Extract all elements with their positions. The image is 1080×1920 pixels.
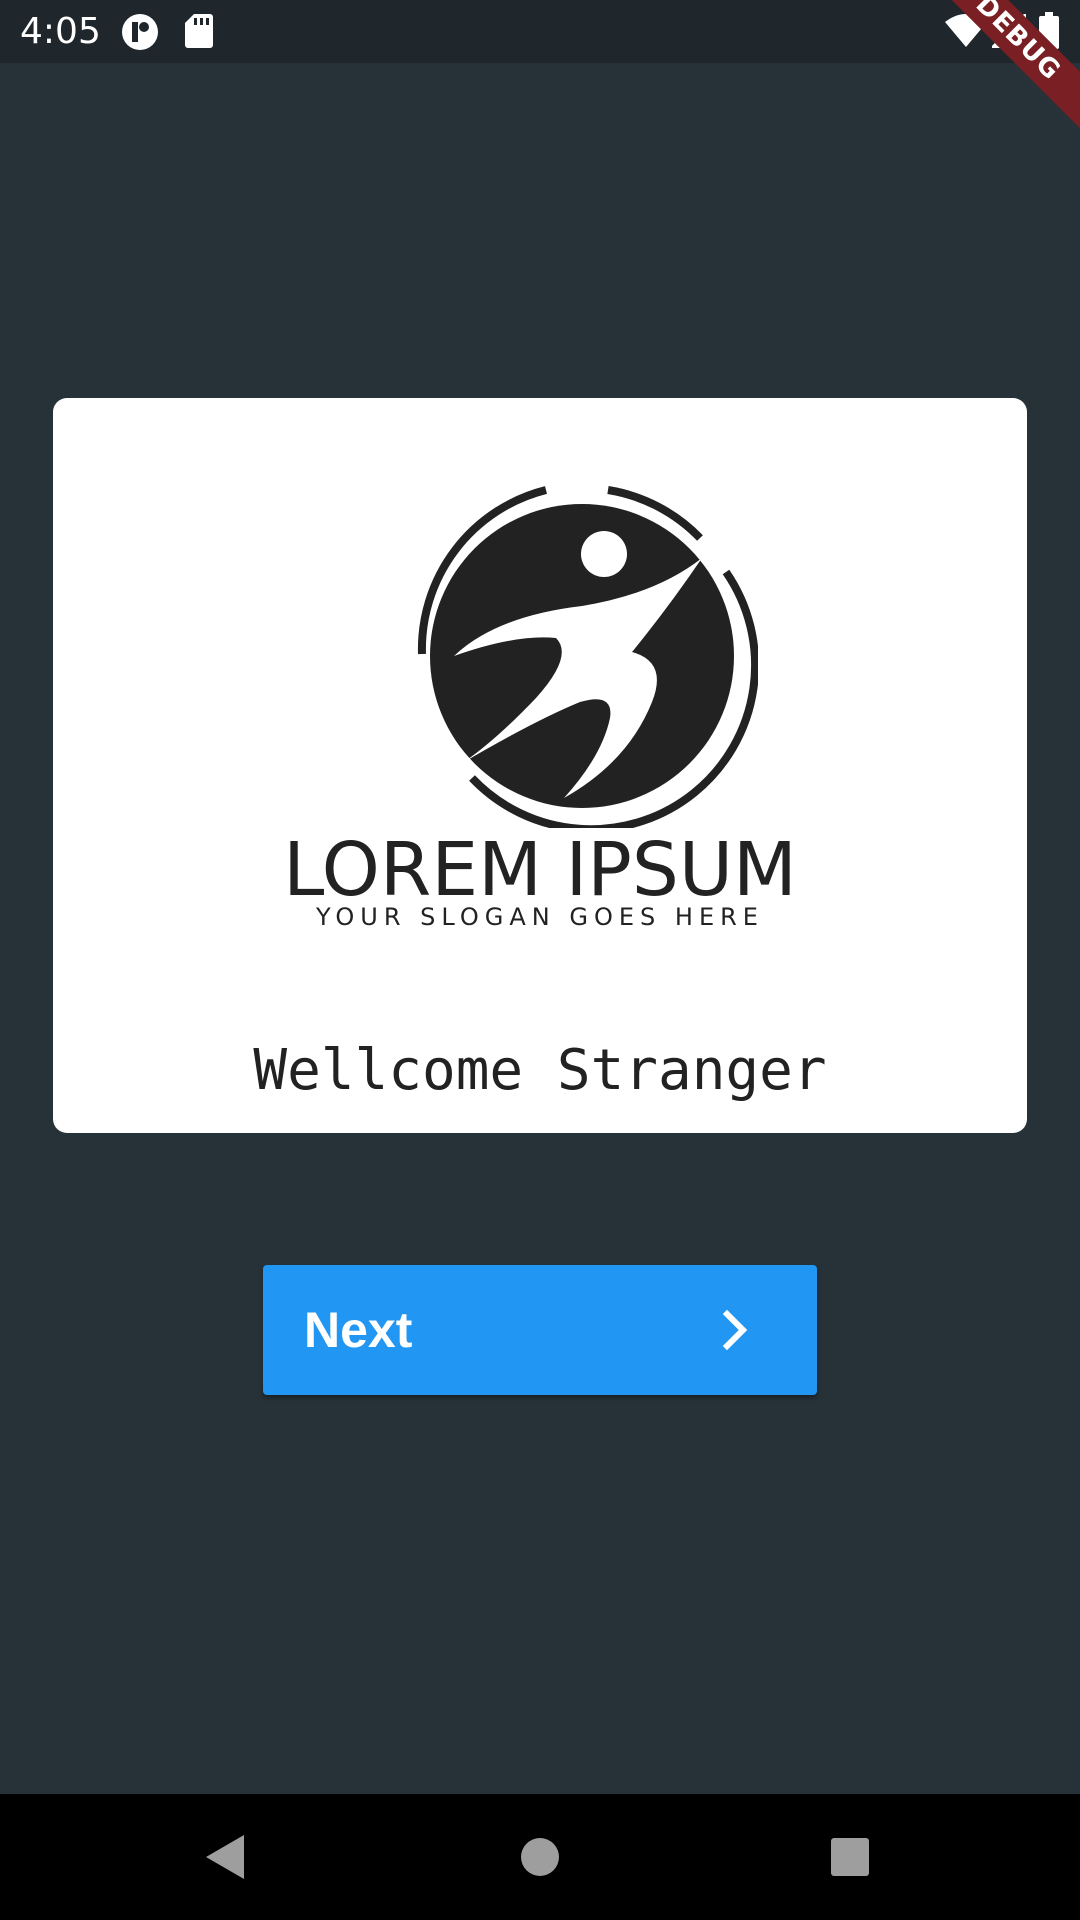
next-button-label: Next <box>304 1302 413 1358</box>
chevron-right-icon <box>722 1309 748 1351</box>
status-time: 4:05 <box>20 11 101 52</box>
system-nav-bar <box>0 1794 1080 1920</box>
sd-card-icon <box>184 12 214 55</box>
home-icon[interactable] <box>510 1827 570 1887</box>
next-button[interactable]: Next <box>263 1265 817 1395</box>
logo-title: LOREM IPSUM <box>283 827 797 913</box>
app-notification-icon <box>120 12 160 57</box>
status-bar: 4:05 DEBUG <box>0 0 1080 137</box>
welcome-text: Wellcome Stranger <box>253 1038 827 1103</box>
recents-icon[interactable] <box>820 1827 880 1887</box>
brand-logo-icon <box>417 486 758 828</box>
app-screen: 4:05 DEBUG LOREM IPSUM YOUR SLOGAN GOES … <box>0 0 1080 1920</box>
back-icon[interactable] <box>196 1827 256 1887</box>
logo-slogan: YOUR SLOGAN GOES HERE <box>316 903 764 931</box>
welcome-card: LOREM IPSUM YOUR SLOGAN GOES HERE Wellco… <box>53 398 1027 1133</box>
